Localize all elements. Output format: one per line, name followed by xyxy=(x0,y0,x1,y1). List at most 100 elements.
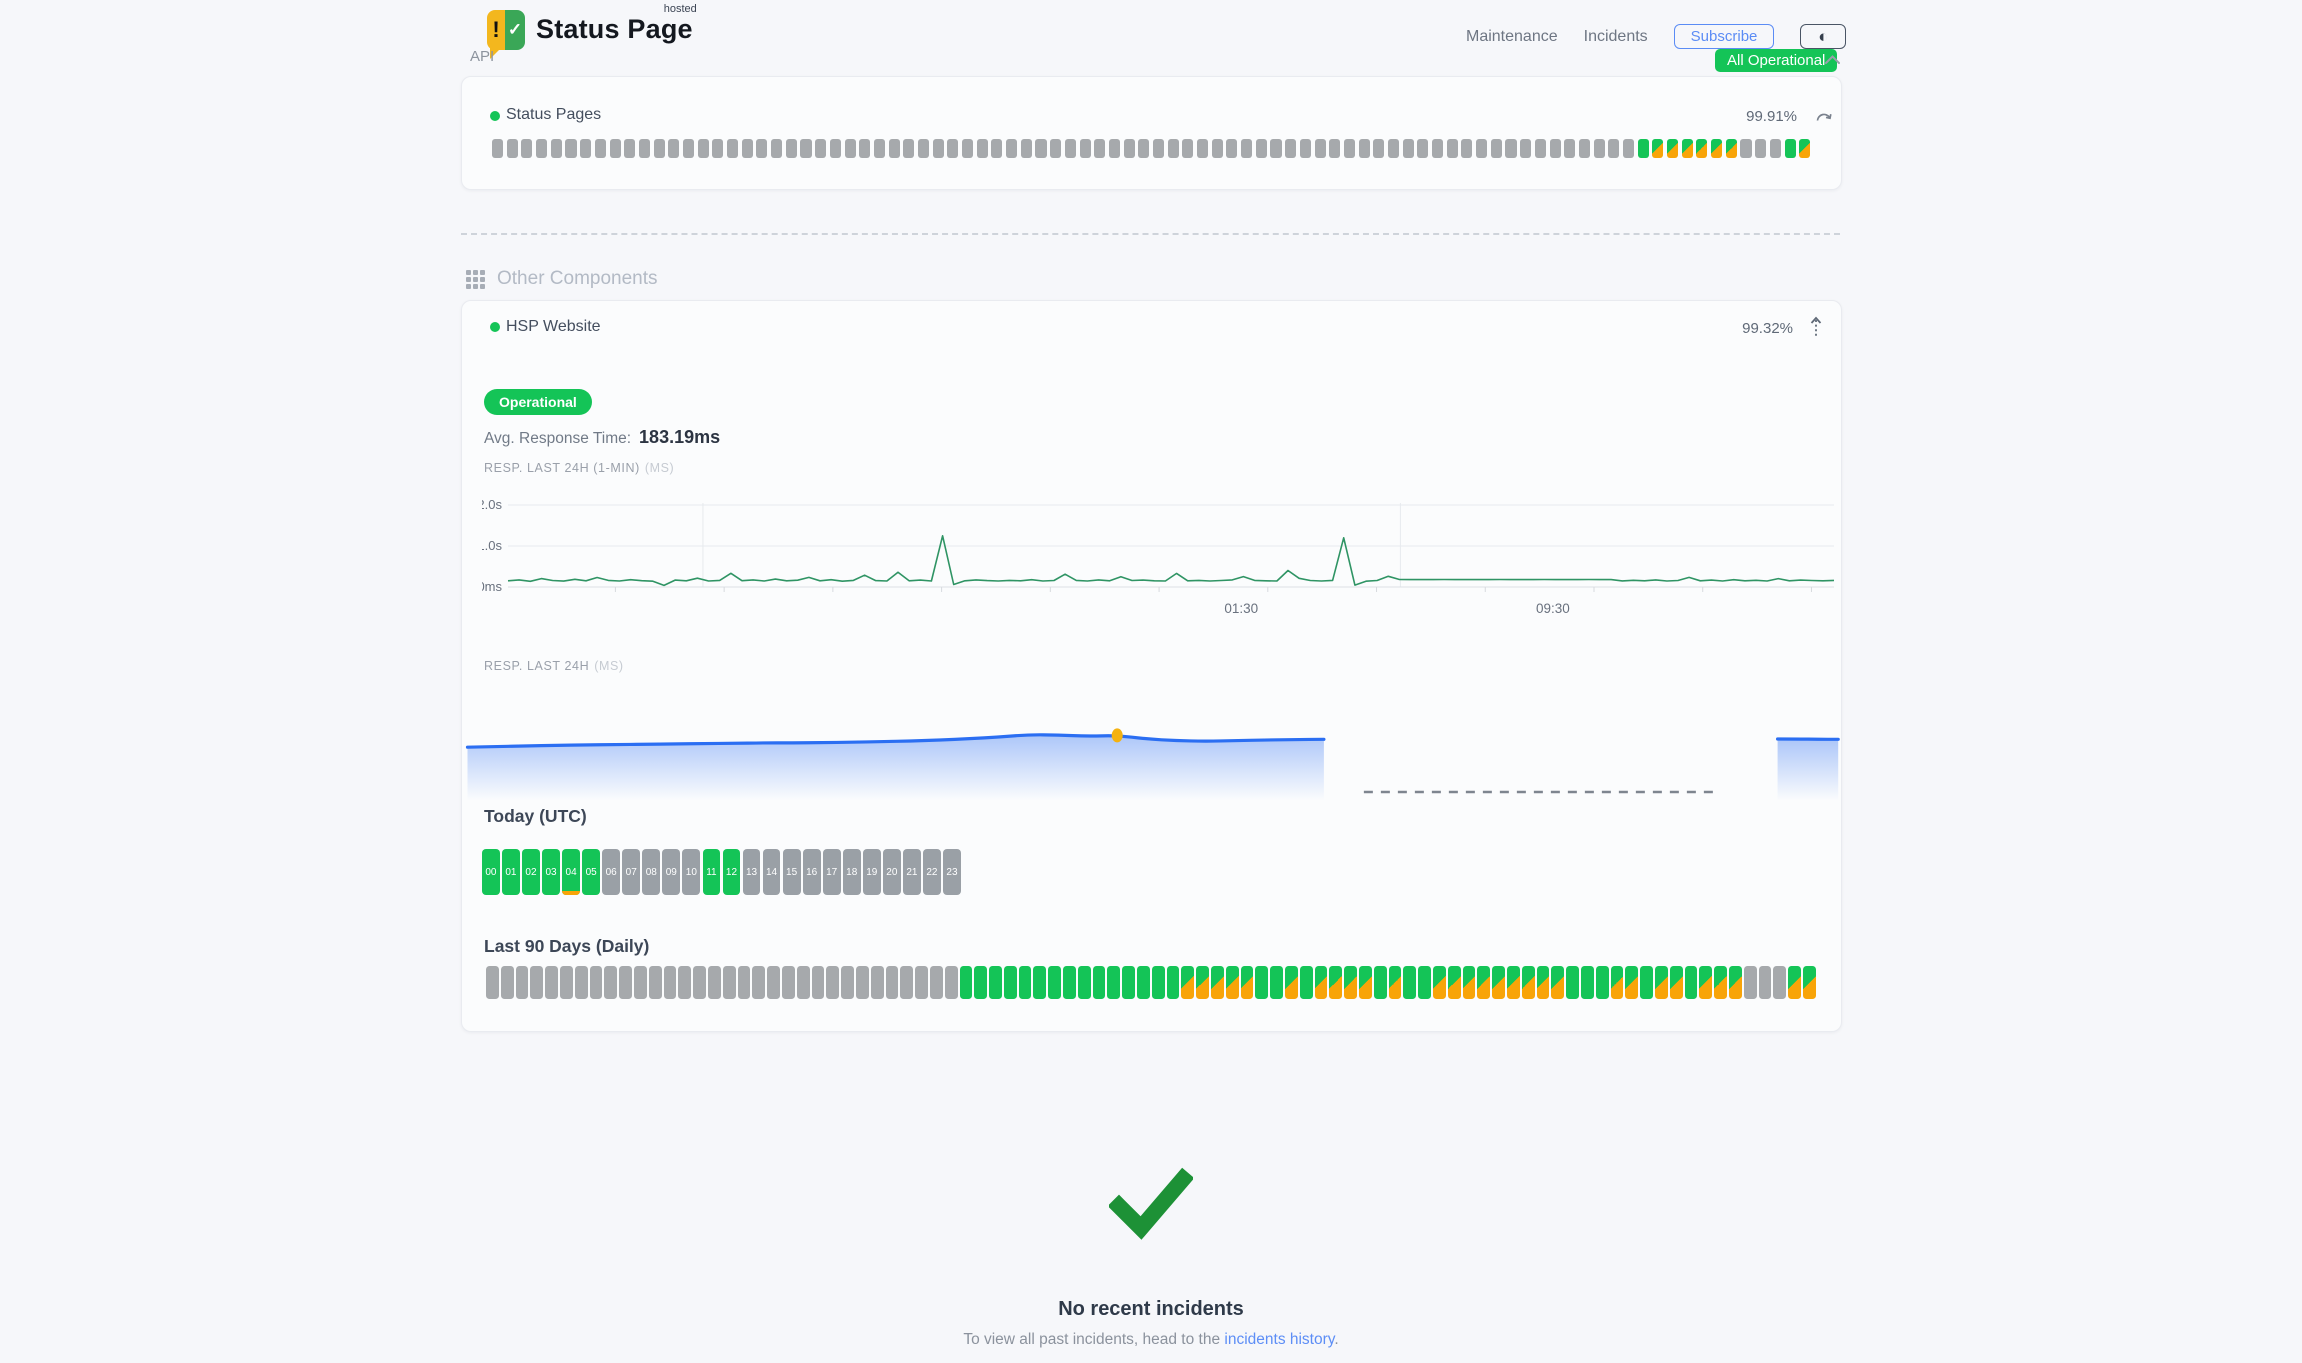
daily-bar xyxy=(1107,966,1120,999)
uptime-bar xyxy=(1535,139,1546,158)
daily-bar xyxy=(1344,966,1357,999)
daily-bar xyxy=(1714,966,1727,999)
daily-bar xyxy=(1122,966,1135,999)
hour-block-07: 07 xyxy=(622,849,640,895)
uptime-bar xyxy=(874,139,885,158)
uptime-bar xyxy=(786,139,797,158)
section-title-text: Other Components xyxy=(497,268,658,290)
overall-status-badge[interactable]: All Operational xyxy=(1715,49,1837,72)
status-pill: Operational xyxy=(484,389,592,415)
uptime-bar xyxy=(991,139,1002,158)
no-incidents-subtitle: To view all past incidents, head to the … xyxy=(0,1331,2302,1349)
hour-block-02: 02 xyxy=(522,849,540,895)
theme-toggle-button[interactable]: ◐ xyxy=(1800,24,1846,49)
daily-bar xyxy=(1507,966,1520,999)
uptime-bar xyxy=(1770,139,1781,158)
big-check-icon xyxy=(1109,1162,1193,1246)
brand-logo-icon: ! ✓ xyxy=(487,10,525,50)
chart-unit: (MS) xyxy=(594,659,623,673)
daily-bar xyxy=(1078,966,1091,999)
chevron-up-icon[interactable] xyxy=(1824,54,1841,65)
uptime-bar xyxy=(1021,139,1032,158)
uptime-bar xyxy=(1638,139,1649,158)
daily-bar xyxy=(560,966,573,999)
daily-bar xyxy=(1048,966,1061,999)
uptime-bar xyxy=(1168,139,1179,158)
subscribe-button[interactable]: Subscribe xyxy=(1674,24,1775,49)
uptime-bar xyxy=(1080,139,1091,158)
uptime-bar xyxy=(1476,139,1487,158)
hour-block-22: 22 xyxy=(923,849,941,895)
subtitle-suffix: . xyxy=(1334,1331,1338,1348)
uptime-bar xyxy=(918,139,929,158)
hour-block-17: 17 xyxy=(823,849,841,895)
uptime-bar xyxy=(1550,139,1561,158)
hour-block-06: 06 xyxy=(602,849,620,895)
grid-icon xyxy=(466,270,485,289)
daily-bar xyxy=(486,966,499,999)
daily-bar xyxy=(1359,966,1372,999)
uptime-bar xyxy=(1505,139,1516,158)
chart-title-24h: RESP. LAST 24H(MS) xyxy=(484,659,624,673)
daily-bar xyxy=(960,966,973,999)
uptime-bar xyxy=(727,139,738,158)
hour-block-14: 14 xyxy=(763,849,781,895)
uptime-bar xyxy=(845,139,856,158)
daily-bar xyxy=(886,966,899,999)
exclaim-icon: ! xyxy=(487,10,505,50)
nav-maintenance[interactable]: Maintenance xyxy=(1466,28,1558,46)
uptime-bar xyxy=(1461,139,1472,158)
uptime-bar xyxy=(903,139,914,158)
daily-bar xyxy=(1566,966,1579,999)
daily-bar xyxy=(945,966,958,999)
daily-bar xyxy=(1019,966,1032,999)
response-time-line-chart: 2.0s1.0s0ms01:3009:30 xyxy=(482,491,1838,623)
daily-bar xyxy=(501,966,514,999)
uptime-bar xyxy=(683,139,694,158)
hour-block-19: 19 xyxy=(863,849,881,895)
svg-text:09:30: 09:30 xyxy=(1536,601,1570,616)
daily-bar xyxy=(974,966,987,999)
status-dot xyxy=(490,111,500,121)
daily-bar xyxy=(930,966,943,999)
uptime-bar xyxy=(698,139,709,158)
uptime-bar xyxy=(1315,139,1326,158)
daily-bar xyxy=(1625,966,1638,999)
refresh-icon[interactable] xyxy=(1815,110,1833,124)
component-name-hsp-website[interactable]: HSP Website xyxy=(506,318,601,336)
daily-bar xyxy=(649,966,662,999)
daily-bar xyxy=(1196,966,1209,999)
daily-bar xyxy=(812,966,825,999)
uptime-bar xyxy=(1785,139,1796,158)
subtitle-prefix: To view all past incidents, head to the xyxy=(963,1331,1224,1348)
daily-bar xyxy=(678,966,691,999)
section-divider xyxy=(461,233,1840,235)
uptime-bar xyxy=(1182,139,1193,158)
uptime-bar xyxy=(800,139,811,158)
uptime-bar xyxy=(1417,139,1428,158)
daily-bar xyxy=(1418,966,1431,999)
daily-bar xyxy=(1581,966,1594,999)
brand-logo[interactable]: ! ✓ Status Page hosted xyxy=(487,10,693,50)
daily-bar xyxy=(989,966,1002,999)
hour-block-05: 05 xyxy=(582,849,600,895)
daily-bar xyxy=(1788,966,1801,999)
uptime-bar xyxy=(639,139,650,158)
uptime-bar xyxy=(565,139,576,158)
daily-bar xyxy=(782,966,795,999)
daily-bar xyxy=(1033,966,1046,999)
uptime-bar xyxy=(595,139,606,158)
current-point-marker xyxy=(1112,728,1123,742)
incidents-history-link[interactable]: incidents history xyxy=(1224,1331,1334,1348)
today-heading: Today (UTC) xyxy=(484,806,587,827)
uptime-bar xyxy=(1109,139,1120,158)
uptime-bar xyxy=(610,139,621,158)
uptime-bar xyxy=(889,139,900,158)
uptime-bar xyxy=(1740,139,1751,158)
nav-incidents[interactable]: Incidents xyxy=(1584,28,1648,46)
component-name-status-pages[interactable]: Status Pages xyxy=(506,106,601,124)
uptime-bar xyxy=(654,139,665,158)
daily-bar xyxy=(915,966,928,999)
daily-bar xyxy=(1004,966,1017,999)
daily-bar xyxy=(1596,966,1609,999)
